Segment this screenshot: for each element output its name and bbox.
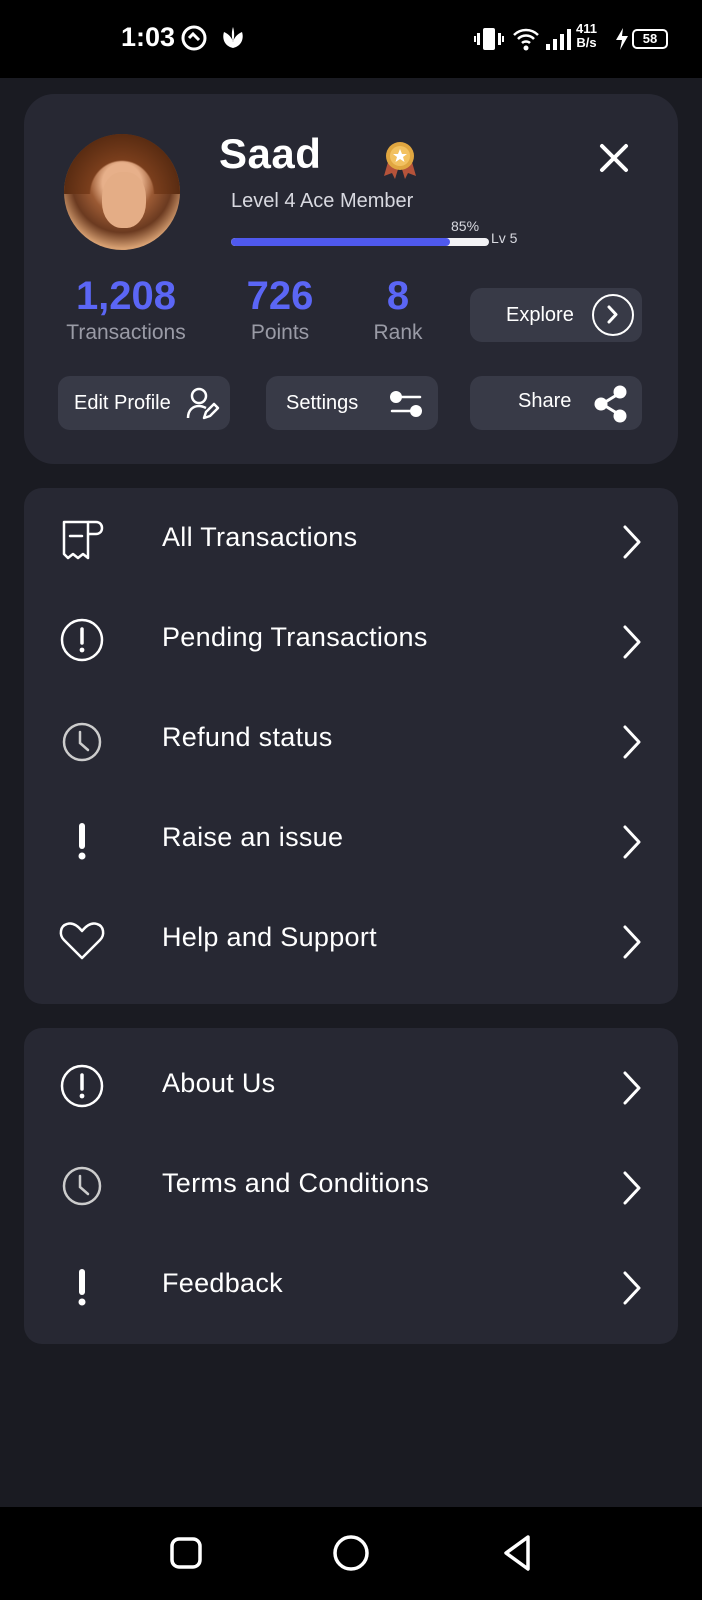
menu-item-raise-issue[interactable]: Raise an issue <box>24 788 678 888</box>
explore-button[interactable]: Explore <box>470 288 642 342</box>
menu-label: Help and Support <box>162 922 377 952</box>
chevron-right-icon <box>620 1168 644 1208</box>
avatar[interactable] <box>64 134 180 250</box>
share-icon <box>592 384 630 430</box>
user-edit-icon <box>186 386 220 426</box>
menu-label: Terms and Conditions <box>162 1168 430 1198</box>
vpn-icon <box>180 24 208 57</box>
chevron-right-icon <box>620 822 644 862</box>
alert-circle-icon <box>58 616 106 664</box>
square-icon <box>170 1537 202 1569</box>
progress-percent: 85% <box>451 218 480 234</box>
sliders-icon <box>388 388 424 426</box>
charging-icon <box>614 28 630 55</box>
settings-label: Settings <box>286 391 359 414</box>
stat-transactions: 1,208 Transactions <box>58 274 194 348</box>
exclamation-icon <box>58 816 106 864</box>
menu-item-about-us[interactable]: About Us <box>24 1034 678 1134</box>
network-speed: 411 B/s <box>576 22 597 50</box>
menu-item-terms-conditions[interactable]: Terms and Conditions <box>24 1134 678 1234</box>
stat-value: 726 <box>246 274 314 318</box>
stat-label: Points <box>250 321 310 344</box>
menu-label: Raise an issue <box>162 822 344 852</box>
stat-label: Transactions <box>66 321 186 344</box>
receipt-icon <box>58 516 106 564</box>
network-speed-unit: B/s <box>576 35 597 50</box>
close-button[interactable] <box>594 138 634 178</box>
stat-value: 1,208 <box>75 274 177 318</box>
stat-label: Rank <box>373 321 423 344</box>
home-button[interactable] <box>325 1527 377 1579</box>
level-progress-fill <box>231 238 451 246</box>
stat-rank: 8 Rank <box>358 274 438 348</box>
wifi-icon <box>512 26 540 57</box>
system-nav-bar <box>0 1507 702 1600</box>
explore-label: Explore <box>506 303 574 326</box>
share-button[interactable]: Share <box>470 376 642 430</box>
user-name: Saad <box>219 130 322 177</box>
menu-item-all-transactions[interactable]: All Transactions <box>24 488 678 588</box>
recents-button[interactable] <box>160 1527 212 1579</box>
alert-circle-icon <box>58 1062 106 1110</box>
menu-label: Pending Transactions <box>162 622 428 652</box>
menu-item-pending-transactions[interactable]: Pending Transactions <box>24 588 678 688</box>
sprout-icon <box>220 26 246 55</box>
clock-icon <box>58 1162 106 1210</box>
medal-icon <box>382 140 418 185</box>
profile-card: Saad Level 4 Ace Member 85% Lv 5 1,208 T… <box>24 94 678 464</box>
stat-points: 726 Points <box>230 274 330 348</box>
menu-label: Feedback <box>162 1268 283 1298</box>
back-button[interactable] <box>492 1527 544 1579</box>
signal-icon <box>546 28 572 55</box>
close-icon <box>600 144 628 172</box>
settings-button[interactable]: Settings <box>266 376 438 430</box>
menu-item-refund-status[interactable]: Refund status <box>24 688 678 788</box>
menu-item-feedback[interactable]: Feedback <box>24 1234 678 1334</box>
vibrate-icon <box>474 27 504 56</box>
battery-icon: 58 <box>632 29 668 49</box>
clock-icon <box>58 716 106 764</box>
network-speed-value: 411 <box>576 21 597 36</box>
menu-item-help-support[interactable]: Help and Support <box>24 888 678 988</box>
menu-card-info: About Us Terms and Conditions Feedback <box>24 1028 678 1344</box>
edit-profile-label: Edit Profile <box>74 391 171 414</box>
chevron-right-circle-icon <box>592 294 634 336</box>
chevron-right-icon <box>620 1268 644 1308</box>
stat-value: 8 <box>386 274 410 318</box>
member-level: Level 4 Ace Member <box>231 190 414 212</box>
menu-label: Refund status <box>162 722 333 752</box>
menu-label: All Transactions <box>162 522 358 552</box>
level-progress-bar <box>231 238 489 246</box>
heart-icon <box>58 916 106 964</box>
menu-card-transactions: All Transactions Pending Transactions Re… <box>24 488 678 1004</box>
exclamation-icon <box>58 1262 106 1310</box>
circle-icon <box>333 1535 369 1571</box>
status-time: 1:03 <box>121 22 176 52</box>
chevron-right-icon <box>620 922 644 962</box>
status-bar: 1:03 411 B/s 58 <box>0 0 702 78</box>
edit-profile-button[interactable]: Edit Profile <box>58 376 230 430</box>
chevron-right-icon <box>620 622 644 662</box>
chevron-right-icon <box>620 1068 644 1108</box>
menu-label: About Us <box>162 1068 276 1098</box>
next-level-label: Lv 5 <box>491 230 518 246</box>
avatar-face <box>102 172 146 228</box>
back-triangle-icon <box>504 1535 530 1571</box>
chevron-right-icon <box>620 522 644 562</box>
chevron-right-icon <box>620 722 644 762</box>
share-label: Share <box>518 389 572 412</box>
